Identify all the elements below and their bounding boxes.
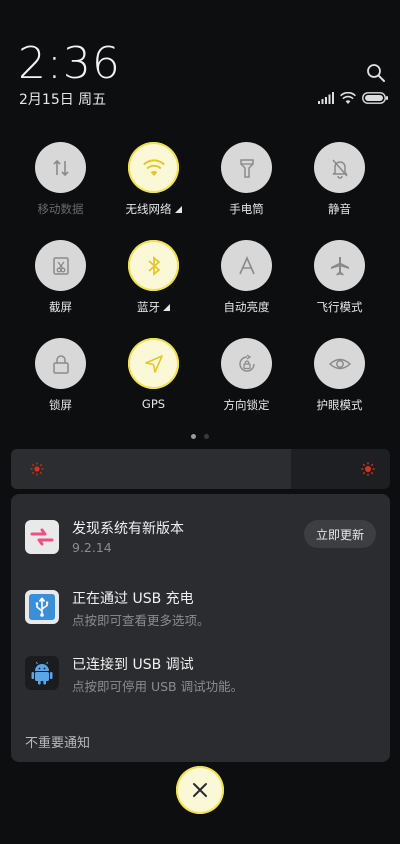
search-icon (367, 64, 385, 82)
tile-circle[interactable] (128, 142, 179, 193)
tile-circle[interactable] (35, 142, 86, 193)
brightness-fill (11, 449, 292, 489)
mute-bell-icon (331, 159, 348, 179)
notification-title: 发现系统有新版本 (72, 521, 184, 537)
screenshot-icon (52, 256, 69, 275)
tile-label: 方向锁定 (223, 398, 270, 412)
tile-circle[interactable] (35, 338, 86, 389)
tile-label: 无线网络 (126, 201, 182, 217)
dismiss-all-button[interactable] (176, 766, 224, 814)
wifi-status-icon (340, 92, 356, 104)
notification-usb-debugging[interactable]: 已连接到 USB 调试 点按即可停用 USB 调试功能。 (11, 656, 390, 716)
status-icons (318, 91, 388, 105)
brightness-slider[interactable] (11, 449, 390, 489)
tile-circle[interactable] (314, 240, 365, 291)
tile-circle[interactable] (128, 338, 179, 389)
auto-brightness-icon (238, 255, 255, 274)
tile-wifi[interactable]: 无线网络 (108, 142, 200, 240)
tile-circle[interactable] (314, 338, 365, 389)
tile-eye-protection[interactable]: 护眼模式 (294, 338, 386, 436)
more-options-icon (163, 303, 170, 311)
wifi-icon (142, 158, 165, 176)
notification-title: 已连接到 USB 调试 (72, 657, 194, 673)
more-options-icon (174, 205, 182, 213)
notification-subtitle: 点按即可停用 USB 调试功能。 (72, 679, 244, 694)
update-icon (25, 520, 59, 554)
tile-label: 蓝牙 (137, 299, 170, 315)
battery-icon (362, 92, 388, 104)
tile-gps[interactable]: GPS (108, 338, 200, 436)
unimportant-notifications-link[interactable]: 不重要通知 (25, 732, 90, 751)
tile-mute[interactable]: 静音 (294, 142, 386, 240)
tile-label: 飞行模式 (316, 300, 363, 314)
flashlight-icon (239, 158, 254, 178)
page-indicator (0, 434, 400, 439)
tile-rotation-lock[interactable]: 方向锁定 (201, 338, 293, 436)
tile-circle[interactable] (35, 240, 86, 291)
page-dot (191, 434, 196, 439)
brightness-low-icon (30, 462, 44, 476)
tile-label: 自动亮度 (223, 300, 270, 314)
tile-label: 截屏 (49, 300, 72, 314)
tile-label: 移动数据 (37, 202, 84, 216)
date: 2月15日 周五 (19, 92, 107, 108)
tile-circle[interactable] (314, 142, 365, 193)
eye-icon (328, 358, 351, 369)
tile-flashlight[interactable]: 手电筒 (201, 142, 293, 240)
tile-circle[interactable] (221, 338, 272, 389)
quick-settings-grid: 移动数据 无线网络 手电筒 静音 截屏 蓝牙 自动亮度 飞行模式 锁屏 GPS … (0, 142, 400, 436)
tile-auto-brightness[interactable]: 自动亮度 (201, 240, 293, 338)
tile-label: 静音 (328, 202, 351, 216)
tile-mobile-data[interactable]: 移动数据 (15, 142, 107, 240)
android-icon (25, 656, 59, 690)
signal-icon (318, 92, 334, 104)
tile-label: GPS (141, 397, 166, 411)
tile-circle[interactable] (128, 240, 179, 291)
page-dot (204, 434, 209, 439)
lock-icon (52, 354, 69, 374)
search-button[interactable] (366, 63, 386, 83)
notification-panel: 发现系统有新版本 9.2.14 立即更新 正在通过 USB 充电 点按即可查看更… (11, 494, 390, 762)
rotation-lock-icon (238, 353, 255, 372)
airplane-icon (330, 256, 349, 275)
tile-circle[interactable] (221, 240, 272, 291)
tile-label: 手电筒 (229, 202, 264, 216)
close-icon (193, 783, 207, 797)
bluetooth-icon (147, 255, 160, 276)
tile-circle[interactable] (221, 142, 272, 193)
notification-title: 正在通过 USB 充电 (72, 591, 194, 607)
tile-airplane[interactable]: 飞行模式 (294, 240, 386, 338)
mobile-data-icon (52, 159, 69, 176)
clock: 2:36 (18, 38, 121, 89)
notification-usb-charging[interactable]: 正在通过 USB 充电 点按即可查看更多选项。 (11, 590, 390, 650)
notification-system-update[interactable]: 发现系统有新版本 9.2.14 立即更新 (11, 520, 390, 580)
tile-label: 护眼模式 (316, 398, 363, 412)
brightness-high-icon (361, 462, 375, 476)
tile-lock[interactable]: 锁屏 (15, 338, 107, 436)
notification-subtitle: 9.2.14 (72, 540, 112, 555)
gps-icon (144, 354, 163, 373)
tile-screenshot[interactable]: 截屏 (15, 240, 107, 338)
tile-bluetooth[interactable]: 蓝牙 (108, 240, 200, 338)
update-now-button[interactable]: 立即更新 (303, 520, 376, 548)
notification-subtitle: 点按即可查看更多选项。 (72, 613, 210, 628)
tile-label: 锁屏 (49, 398, 72, 412)
usb-icon (25, 590, 59, 624)
